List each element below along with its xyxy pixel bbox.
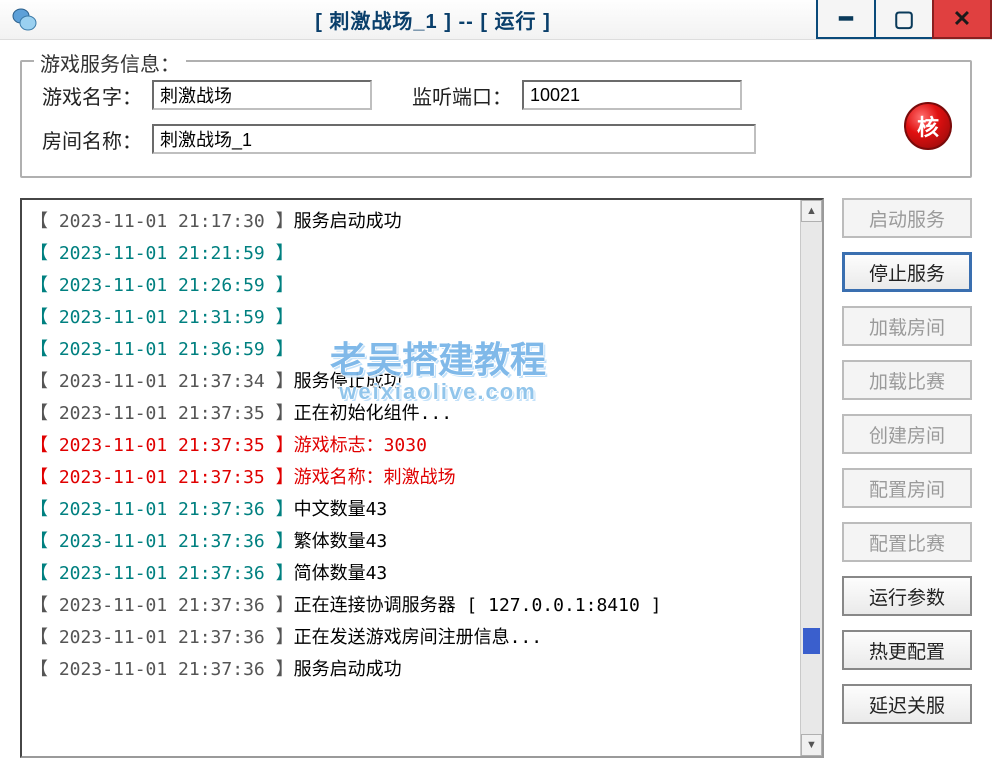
sidebar-button-延迟关服[interactable]: 延迟关服 — [842, 684, 972, 724]
log-line: 【 2023-11-01 21:37:35 】游戏标志：3030 — [30, 430, 792, 462]
log-area[interactable]: 【 2023-11-01 21:17:30 】服务启动成功【 2023-11-0… — [20, 198, 824, 758]
close-button[interactable]: ✕ — [932, 0, 992, 39]
scroll-down-button[interactable]: ▼ — [801, 734, 822, 756]
log-content: 【 2023-11-01 21:17:30 】服务启动成功【 2023-11-0… — [22, 200, 800, 756]
log-line: 【 2023-11-01 21:37:36 】简体数量43 — [30, 558, 792, 590]
scroll-up-button[interactable]: ▲ — [801, 200, 822, 222]
sidebar-button-配置房间: 配置房间 — [842, 468, 972, 508]
scroll-thumb[interactable] — [803, 628, 820, 654]
log-line: 【 2023-11-01 21:17:30 】服务启动成功 — [30, 206, 792, 238]
log-line: 【 2023-11-01 21:37:35 】正在初始化组件... — [30, 398, 792, 430]
log-line: 【 2023-11-01 21:26:59 】 — [30, 270, 792, 302]
service-info-group: 游戏服务信息： 游戏名字： 监听端口： 房间名称： — [20, 60, 972, 178]
game-name-input[interactable] — [152, 80, 372, 110]
log-line: 【 2023-11-01 21:36:59 】 — [30, 334, 792, 366]
sidebar-button-运行参数[interactable]: 运行参数 — [842, 576, 972, 616]
log-line: 【 2023-11-01 21:37:36 】正在连接协调服务器 [ 127.0… — [30, 590, 792, 622]
scroll-track[interactable] — [801, 222, 822, 734]
room-name-label: 房间名称： — [42, 125, 152, 154]
port-input[interactable] — [522, 80, 742, 110]
log-scrollbar[interactable]: ▲ ▼ — [800, 200, 822, 756]
sidebar-button-配置比赛: 配置比赛 — [842, 522, 972, 562]
sidebar-button-热更配置[interactable]: 热更配置 — [842, 630, 972, 670]
groupbox-title: 游戏服务信息： — [34, 48, 186, 77]
log-line: 【 2023-11-01 21:37:35 】游戏名称：刺激战场 — [30, 462, 792, 494]
port-label: 监听端口： — [412, 81, 522, 110]
sidebar-button-加载比赛: 加载比赛 — [842, 360, 972, 400]
log-line: 【 2023-11-01 21:37:34 】服务停止成功 — [30, 366, 792, 398]
sidebar-button-停止服务[interactable]: 停止服务 — [842, 252, 972, 292]
room-name-input[interactable] — [152, 124, 756, 154]
log-line: 【 2023-11-01 21:31:59 】 — [30, 302, 792, 334]
log-line: 【 2023-11-01 21:21:59 】 — [30, 238, 792, 270]
log-line: 【 2023-11-01 21:37:36 】繁体数量43 — [30, 526, 792, 558]
log-line: 【 2023-11-01 21:37:36 】正在发送游戏房间注册信息... — [30, 622, 792, 654]
sidebar-buttons: 启动服务停止服务加载房间加载比赛创建房间配置房间配置比赛运行参数热更配置延迟关服 — [842, 198, 972, 758]
window-controls: ━ ▢ ✕ — [818, 0, 992, 39]
poker-chip-icon: 核 — [904, 102, 952, 150]
sidebar-button-创建房间: 创建房间 — [842, 414, 972, 454]
title-bar: [ 刺激战场_1 ] -- [ 运行 ] ━ ▢ ✕ — [0, 0, 992, 40]
app-icon — [8, 4, 40, 36]
log-line: 【 2023-11-01 21:37:36 】中文数量43 — [30, 494, 792, 526]
sidebar-button-启动服务: 启动服务 — [842, 198, 972, 238]
sidebar-button-加载房间: 加载房间 — [842, 306, 972, 346]
log-line: 【 2023-11-01 21:37:36 】服务启动成功 — [30, 654, 792, 686]
game-name-label: 游戏名字： — [42, 81, 152, 110]
window-title: [ 刺激战场_1 ] -- [ 运行 ] — [48, 5, 818, 34]
minimize-button[interactable]: ━ — [816, 0, 876, 39]
maximize-button[interactable]: ▢ — [874, 0, 934, 39]
